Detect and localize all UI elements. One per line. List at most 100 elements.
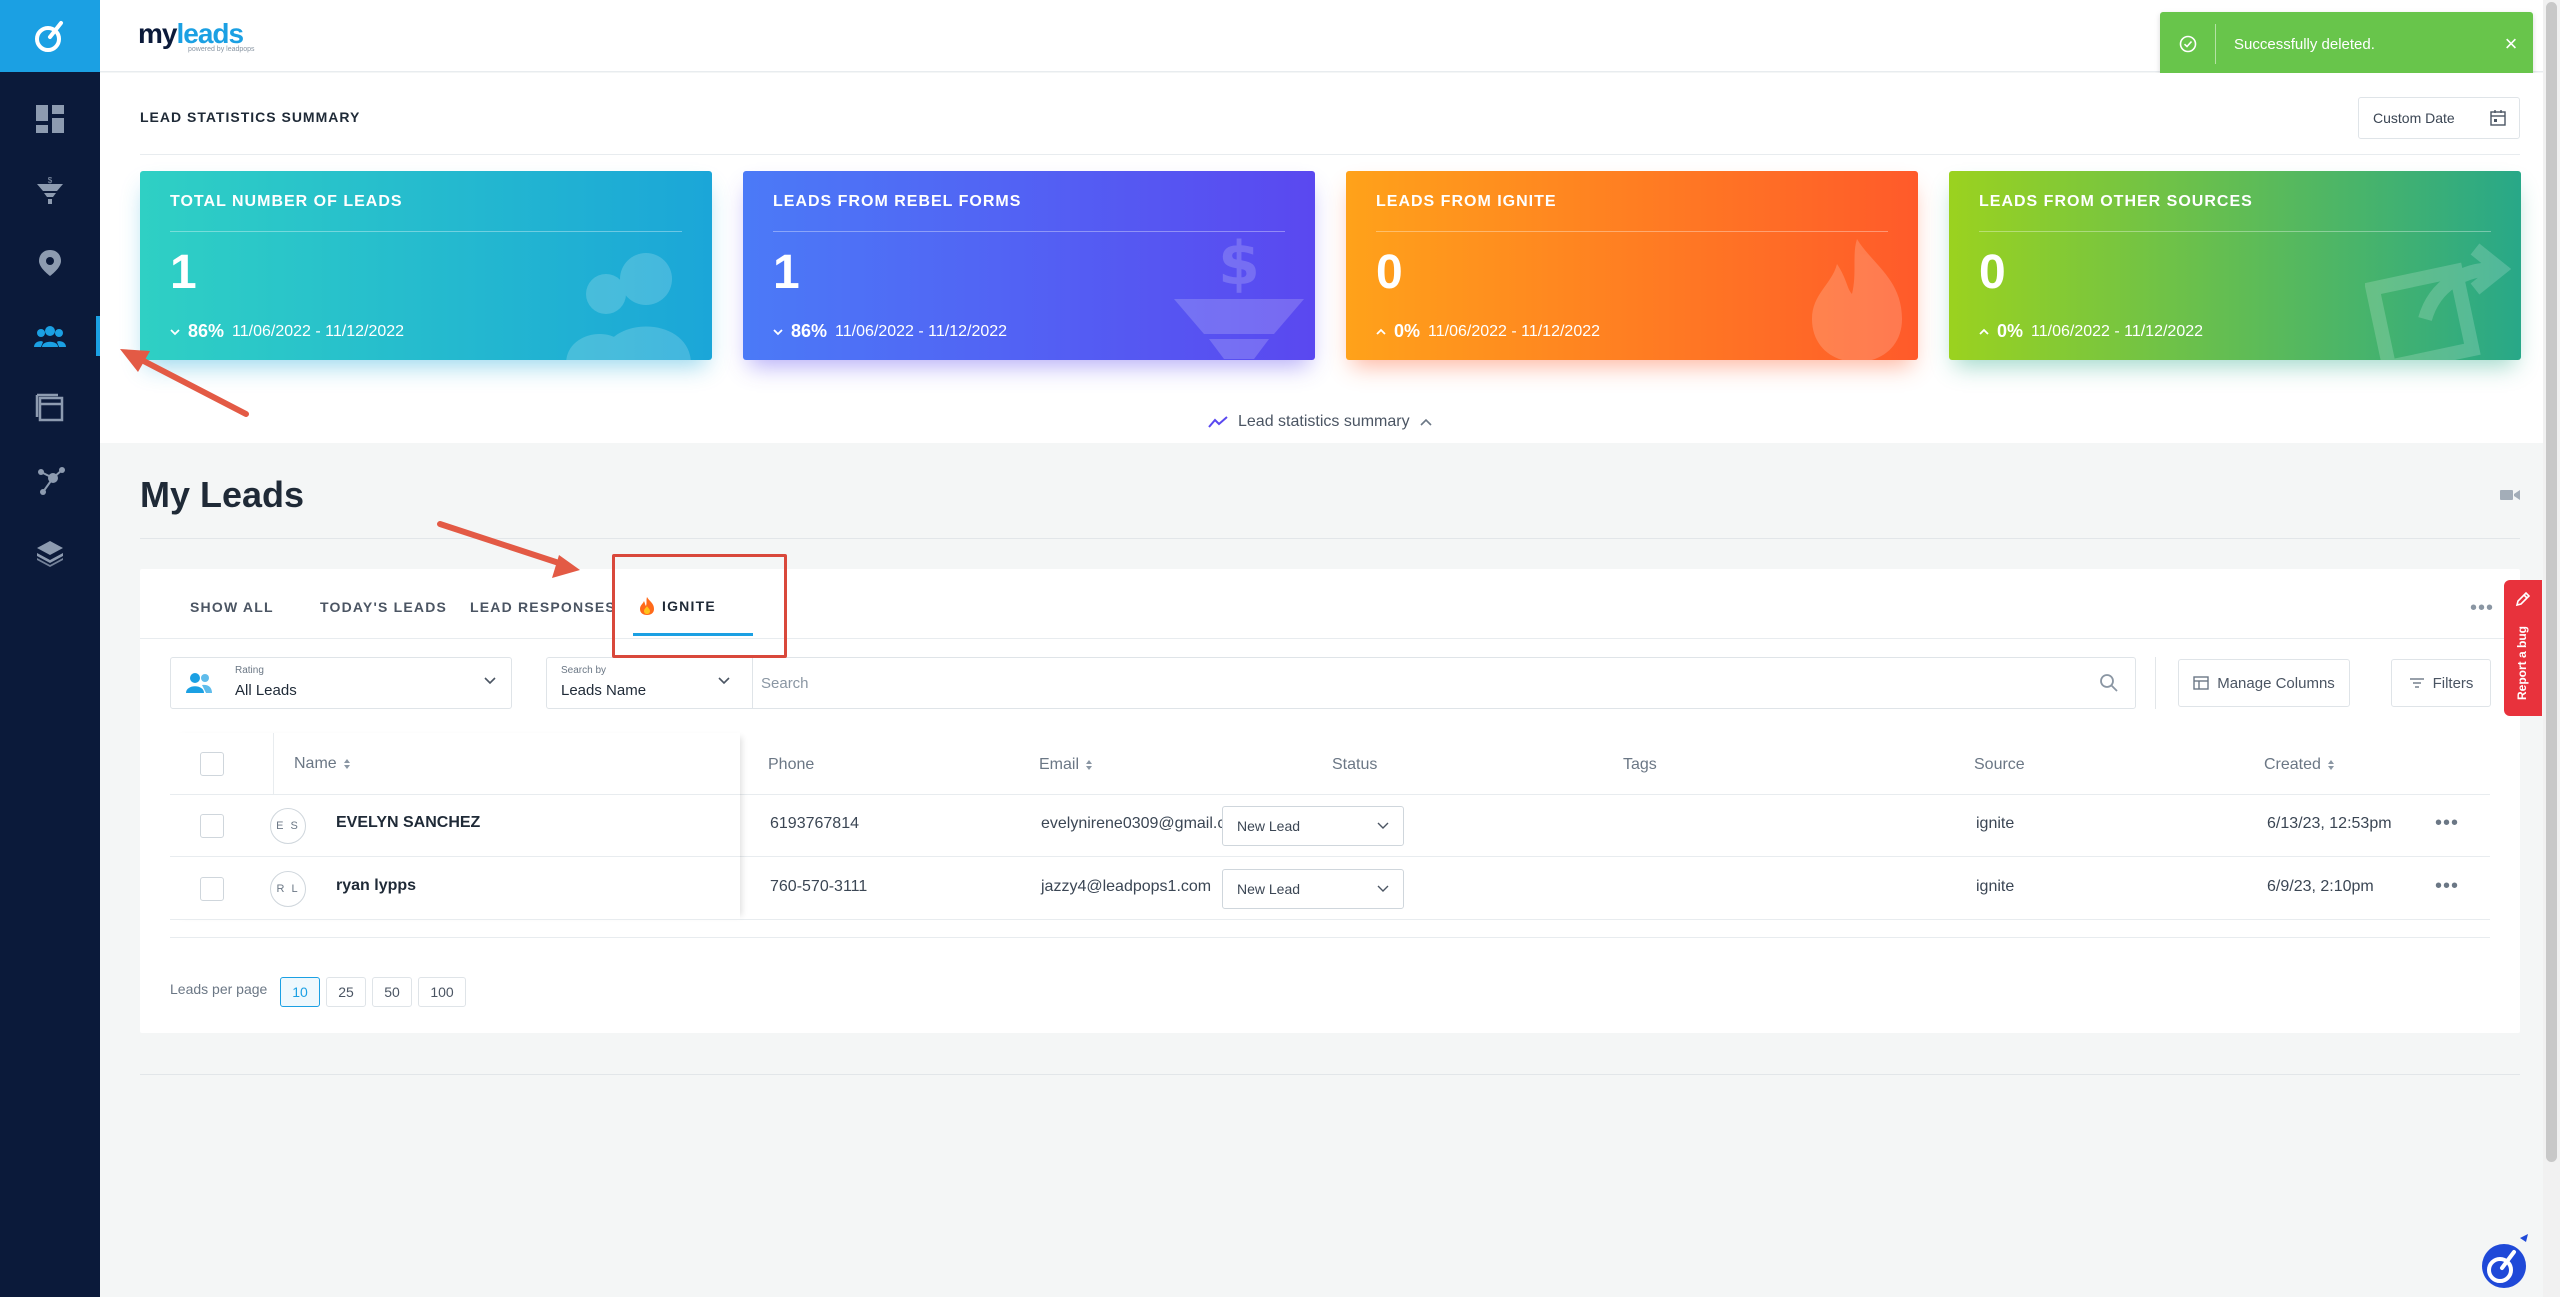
search-input[interactable] — [761, 666, 2061, 700]
sidebar-item-templates[interactable] — [0, 525, 100, 581]
select-all-checkbox[interactable] — [200, 752, 224, 776]
report-bug-button[interactable]: Report a bug — [2504, 580, 2542, 716]
tab-lead-responses[interactable]: LEAD RESPONSES — [470, 599, 616, 615]
column-header-created[interactable]: Created — [2264, 756, 2335, 774]
table-row[interactable]: E S EVELYN SANCHEZ 6193767814 evelyniren… — [170, 795, 2490, 857]
stat-card-title: LEADS FROM IGNITE — [1376, 193, 1557, 210]
stat-card-title: TOTAL NUMBER OF LEADS — [170, 193, 403, 210]
avatar: R L — [270, 871, 306, 907]
sidebar-item-dashboard[interactable] — [0, 91, 100, 147]
scrollbar-thumb[interactable] — [2546, 2, 2557, 1162]
per-page-option-10[interactable]: 10 — [280, 977, 320, 1007]
lead-email: jazzy4@leadpops1.com — [1041, 878, 1212, 895]
svg-text:$: $ — [48, 176, 53, 185]
sort-icon — [1086, 760, 1093, 770]
funnel-icon: $ — [37, 176, 63, 204]
search-icon[interactable] — [2099, 673, 2119, 693]
row-checkbox[interactable] — [200, 814, 224, 838]
filter-lines-icon — [2409, 678, 2424, 688]
success-toast: Successfully deleted. × — [2160, 12, 2533, 76]
sidebar-item-pages[interactable] — [0, 380, 100, 436]
toast-close-button[interactable]: × — [2489, 31, 2533, 57]
check-circle-icon — [2160, 24, 2216, 64]
tab-todays-leads[interactable]: TODAY'S LEADS — [320, 599, 447, 615]
stat-card-value: 0 — [1979, 246, 2006, 299]
row-actions-button[interactable]: ••• — [2435, 812, 2459, 835]
chevron-down-icon — [718, 677, 730, 685]
filters-label: Filters — [2432, 674, 2474, 692]
search-by-label: Search by — [561, 665, 607, 676]
tab-show-all[interactable]: SHOW ALL — [190, 599, 274, 615]
toast-message: Successfully deleted. — [2234, 35, 2375, 53]
stat-card-percent: 86% — [188, 321, 225, 341]
video-camera-icon[interactable] — [2500, 488, 2520, 502]
lead-source: ignite — [1976, 878, 2015, 895]
row-checkbox[interactable] — [200, 877, 224, 901]
status-select[interactable]: New Lead — [1222, 869, 1404, 909]
stats-toggle-label: Lead statistics summary — [1238, 413, 1410, 430]
per-page-option-50[interactable]: 50 — [372, 977, 412, 1007]
sidebar-item-locations[interactable] — [0, 235, 100, 291]
chevron-down-icon — [484, 677, 496, 685]
brand-subtitle: powered by leadpops — [188, 46, 255, 53]
dashboard-icon — [36, 105, 64, 133]
sort-icon — [2327, 760, 2334, 770]
users-icon — [34, 326, 66, 347]
divider — [1979, 231, 2491, 232]
column-header-name[interactable]: Name — [273, 733, 351, 795]
custom-date-button[interactable]: Custom Date — [2358, 97, 2520, 139]
table-header: Name Phone Email Status Tags Source Crea… — [170, 733, 2490, 795]
stat-card-rebel-forms[interactable]: LEADS FROM REBEL FORMS 1 86% 11/06/2022 … — [743, 171, 1315, 360]
lead-created: 6/13/23, 12:53pm — [2267, 815, 2392, 832]
users-icon — [186, 673, 212, 693]
status-value: New Lead — [1237, 818, 1301, 834]
stat-card-other-sources[interactable]: LEADS FROM OTHER SOURCES 0 0% 11/06/2022… — [1949, 171, 2521, 360]
divider — [170, 937, 2490, 938]
sidebar-item-leads[interactable] — [0, 308, 100, 364]
custom-date-label: Custom Date — [2373, 110, 2455, 126]
per-page-option-100[interactable]: 100 — [418, 977, 466, 1007]
column-header-tags: Tags — [1623, 756, 1657, 773]
layers-icon — [37, 541, 63, 567]
divider — [140, 1074, 2520, 1075]
per-page-option-25[interactable]: 25 — [326, 977, 366, 1007]
sidebar-item-funnels[interactable]: $ — [0, 163, 100, 219]
more-options-button[interactable]: ••• — [2470, 597, 2494, 620]
sidebar-item-integrations[interactable] — [0, 453, 100, 509]
per-page-label: Leads per page — [170, 981, 268, 997]
stat-card-percent: 86% — [791, 321, 828, 341]
status-select[interactable]: New Lead — [1222, 806, 1404, 846]
chevron-up-icon — [1979, 328, 1989, 335]
brand-name-part: leads — [176, 18, 244, 49]
stats-toggle-button[interactable]: Lead statistics summary — [1208, 413, 1432, 431]
search-bar: Search by Leads Name — [546, 657, 2136, 709]
table-row[interactable]: R L ryan lypps 760-570-3111 jazzy4@leadp… — [170, 858, 2490, 920]
stat-card-total-leads[interactable]: TOTAL NUMBER OF LEADS 1 86% 11/06/2022 -… — [140, 171, 712, 360]
flame-icon — [1812, 239, 1902, 360]
divider — [170, 231, 682, 232]
stat-card-range: 11/06/2022 - 11/12/2022 — [232, 322, 405, 340]
stats-title: LEAD STATISTICS SUMMARY — [140, 109, 361, 125]
chevron-down-icon — [1377, 885, 1389, 892]
stat-card-range: 11/06/2022 - 11/12/2022 — [1428, 322, 1601, 340]
lead-name[interactable]: EVELYN SANCHEZ — [336, 814, 480, 832]
sort-icon — [343, 759, 350, 769]
stat-card-ignite[interactable]: LEADS FROM IGNITE 0 0% 11/06/2022 - 11/1… — [1346, 171, 1918, 360]
search-by-select[interactable]: Leads Name — [561, 682, 646, 699]
column-header-phone: Phone — [768, 756, 815, 773]
divider — [2155, 657, 2156, 709]
manage-columns-button[interactable]: Manage Columns — [2178, 659, 2350, 707]
row-actions-button[interactable]: ••• — [2435, 875, 2459, 898]
lead-name[interactable]: ryan lypps — [336, 877, 416, 895]
lead-phone: 6193767814 — [770, 815, 859, 832]
rating-select[interactable]: Rating All Leads — [170, 657, 512, 709]
help-chat-icon[interactable] — [2474, 1230, 2536, 1292]
sidebar: $ — [0, 0, 100, 1297]
calendar-icon — [2490, 110, 2506, 126]
app-logo[interactable] — [0, 0, 100, 72]
page-scrollbar[interactable] — [2543, 0, 2560, 1297]
column-header-email[interactable]: Email — [1039, 756, 1093, 774]
svg-text:$: $ — [1218, 234, 1260, 299]
status-value: New Lead — [1237, 881, 1301, 897]
filters-button[interactable]: Filters — [2391, 659, 2491, 707]
